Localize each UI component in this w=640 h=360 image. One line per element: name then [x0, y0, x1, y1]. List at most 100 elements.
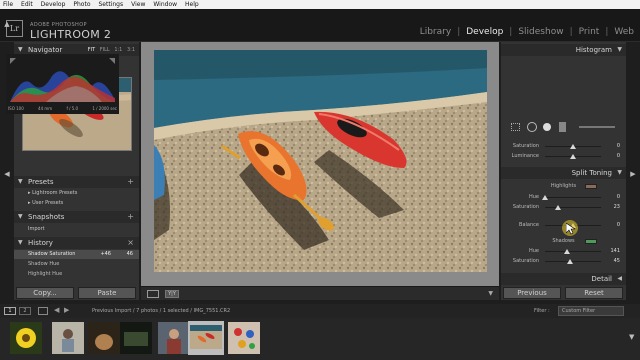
- main-window-button[interactable]: 1: [4, 307, 16, 315]
- snapshots-title: Snapshots: [28, 213, 65, 221]
- filmstrip-bar: 1 2 ◀ ▶ Previous Import / 7 photos / 1 s…: [0, 304, 640, 318]
- history-step[interactable]: Shadow Saturation +46 46: [14, 250, 139, 259]
- dark-scene-thumbnail-image: [120, 322, 152, 354]
- filmstrip-thumbnail[interactable]: [52, 322, 84, 354]
- reset-button[interactable]: Reset: [565, 287, 623, 299]
- slider-knob[interactable]: [570, 144, 576, 149]
- red-eye-icon[interactable]: [543, 123, 551, 131]
- triangle-down-icon: ▼: [617, 169, 622, 176]
- menu-view[interactable]: View: [131, 0, 145, 9]
- module-web[interactable]: Web: [614, 27, 634, 37]
- triangle-down-icon: ▼: [617, 46, 622, 53]
- collapse-left-panel-arrow-icon[interactable]: ◀: [3, 170, 11, 178]
- clear-history-icon[interactable]: ×: [127, 237, 134, 249]
- hsl-saturation-slider[interactable]: Saturation 0: [501, 142, 626, 151]
- filmstrip-source-info[interactable]: Previous Import / 7 photos / 1 selected …: [92, 308, 230, 314]
- module-library[interactable]: Library: [420, 27, 451, 37]
- split-toning-header[interactable]: Split Toning ▼: [501, 167, 626, 179]
- zoom-fill[interactable]: FILL: [100, 47, 110, 53]
- preset-folder-user[interactable]: ▸ User Presets: [14, 199, 139, 208]
- module-separator: |: [509, 27, 513, 37]
- loupe-view-icon[interactable]: [147, 290, 159, 298]
- slider-knob[interactable]: [570, 154, 576, 159]
- menu-window[interactable]: Window: [153, 0, 177, 9]
- history-header[interactable]: ▼ History ×: [14, 237, 139, 249]
- back-arrow-icon[interactable]: ◀: [54, 306, 59, 314]
- forward-arrow-icon[interactable]: ▶: [64, 306, 69, 314]
- module-separator: |: [605, 27, 609, 37]
- filmstrip-thumbnail[interactable]: [158, 322, 190, 354]
- filter-dropdown[interactable]: Custom Filter: [558, 306, 624, 316]
- slider-track: [545, 251, 601, 252]
- shadows-subheader: Shadows: [501, 237, 626, 246]
- zoom-3-1[interactable]: 3:1: [127, 47, 135, 53]
- filmstrip-thumbnail[interactable]: [88, 322, 120, 354]
- zoom-1-1[interactable]: 1:1: [114, 47, 122, 53]
- graduated-filter-icon[interactable]: [559, 122, 566, 132]
- flower-thumbnail-image: [10, 322, 42, 354]
- slider-knob[interactable]: [563, 249, 570, 254]
- highlight-saturation-slider[interactable]: Saturation 23: [501, 203, 626, 212]
- slider-knob[interactable]: [542, 195, 548, 200]
- filmstrip-thumbnail-selected[interactable]: [188, 321, 224, 355]
- collapse-bottom-arrow-icon[interactable]: ▼: [629, 333, 634, 341]
- preset-folder-lightroom[interactable]: ▸ Lightroom Presets: [14, 189, 139, 198]
- filmstrip-thumbnail[interactable]: [120, 322, 152, 354]
- menu-develop[interactable]: Develop: [41, 0, 66, 9]
- spot-removal-icon[interactable]: [527, 122, 537, 132]
- module-print[interactable]: Print: [579, 27, 600, 37]
- split-toning-title: Split Toning: [571, 169, 612, 177]
- before-after-view-icon[interactable]: Y|Y: [165, 290, 179, 298]
- shadow-hue-slider[interactable]: Hue 141: [501, 247, 626, 256]
- collapse-right-panel-arrow-icon[interactable]: ▶: [629, 170, 637, 178]
- filmstrip-thumbnail[interactable]: [10, 322, 42, 354]
- histogram-graph: [6, 54, 119, 114]
- image-toolbar: Y|Y ▼: [141, 286, 499, 300]
- presets-header[interactable]: ▼ Presets +: [14, 176, 139, 188]
- module-separator: |: [569, 27, 573, 37]
- menu-photo[interactable]: Photo: [73, 0, 90, 9]
- toolbar-menu-arrow-icon[interactable]: ▼: [488, 290, 493, 297]
- slider-knob[interactable]: [554, 205, 561, 210]
- history-step[interactable]: Shadow Hue: [14, 260, 139, 269]
- shadows-color-swatch[interactable]: [585, 239, 597, 244]
- paste-button[interactable]: Paste: [78, 287, 136, 299]
- people-thumbnail-image: [158, 322, 190, 354]
- slider-track: [545, 197, 601, 198]
- collapse-top-arrow-icon[interactable]: ▲: [3, 20, 11, 28]
- previous-button[interactable]: Previous: [503, 287, 561, 299]
- slider-knob[interactable]: [567, 259, 574, 264]
- copy-button[interactable]: Copy...: [16, 287, 74, 299]
- shadow-saturation-slider[interactable]: Saturation 45: [501, 257, 626, 266]
- highlights-color-swatch[interactable]: [585, 184, 597, 189]
- menu-help[interactable]: Help: [185, 0, 199, 9]
- grid-view-icon[interactable]: [38, 307, 48, 315]
- snapshots-header[interactable]: ▼ Snapshots +: [14, 211, 139, 223]
- module-slideshow[interactable]: Slideshow: [518, 27, 563, 37]
- history-title: History: [28, 239, 53, 247]
- history-step[interactable]: Highlight Hue: [14, 270, 139, 279]
- zoom-fit[interactable]: FIT: [88, 47, 95, 53]
- menu-bar: File Edit Develop Photo Settings View Wi…: [0, 0, 640, 9]
- secondary-window-button[interactable]: 2: [19, 307, 31, 315]
- histogram-curves: [10, 58, 115, 102]
- adjustment-brush-icon[interactable]: [579, 126, 615, 128]
- hsl-luminance-slider[interactable]: Luminance 0: [501, 152, 626, 161]
- add-snapshot-icon[interactable]: +: [127, 211, 134, 223]
- module-separator: |: [457, 27, 461, 37]
- add-preset-icon[interactable]: +: [127, 176, 134, 188]
- filmstrip-thumbnail[interactable]: [228, 322, 260, 354]
- presets-title: Presets: [28, 178, 54, 186]
- dog-thumbnail-image: [88, 322, 120, 354]
- crop-tool-icon[interactable]: [511, 123, 520, 131]
- highlight-hue-slider[interactable]: Hue 0: [501, 193, 626, 202]
- module-develop[interactable]: Develop: [466, 27, 503, 37]
- triangle-left-icon: ◀: [617, 275, 622, 282]
- menu-settings[interactable]: Settings: [99, 0, 124, 9]
- photo-preview[interactable]: [154, 50, 487, 272]
- snapshot-item[interactable]: Import: [14, 225, 139, 234]
- detail-header[interactable]: Detail ◀: [501, 273, 626, 285]
- histogram-header[interactable]: Histogram ▼: [501, 44, 626, 56]
- menu-edit[interactable]: Edit: [21, 0, 33, 9]
- menu-file[interactable]: File: [3, 0, 13, 9]
